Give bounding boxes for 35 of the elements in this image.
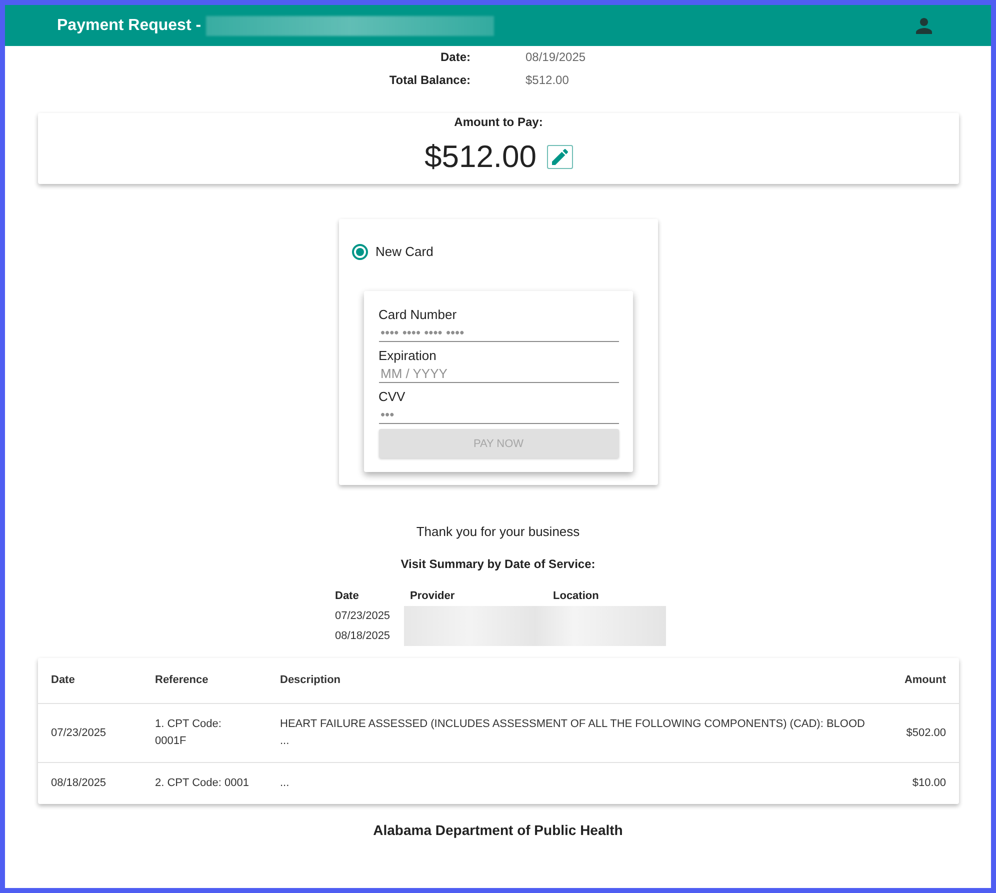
- summary-label: Date:: [440, 49, 470, 66]
- table-cell-text: 1. CPT Code: 0001F: [154, 717, 222, 749]
- person-icon[interactable]: [916, 18, 932, 34]
- table-cell-text: $502.00: [906, 726, 947, 740]
- summary-label: Total Balance:: [389, 72, 470, 89]
- field-label: CVV: [378, 389, 406, 405]
- column-header: Date: [334, 589, 360, 604]
- radio-icon[interactable]: [352, 244, 368, 260]
- column-header: Amount: [904, 673, 947, 688]
- column-header: Location: [552, 589, 600, 604]
- field-label: Card Number: [378, 307, 458, 323]
- column-header: Provider: [409, 589, 456, 604]
- thank-you-message: Thank you for your business: [416, 524, 580, 540]
- table-cell-text: HEART FAILURE ASSESSED (INCLUDES ASSESSMENT OF ALL THE FOLLOWING COMPONENTS) (CAD): BLOOD ...: [279, 717, 866, 749]
- amount-value: $512.00: [424, 139, 537, 175]
- table-cell-text: 2. CPT Code: 0001: [154, 776, 250, 791]
- table-cell-text: ...: [279, 776, 290, 791]
- table-cell-text: 08/18/2025: [50, 776, 108, 791]
- table-cell-text: 07/23/2025: [334, 609, 392, 624]
- summary-value: $512.00: [526, 72, 569, 89]
- table-cell-text: 07/23/2025: [50, 726, 108, 740]
- footer-text: Alabama Department of Public Health: [373, 821, 623, 839]
- summary-value: 08/19/2025: [526, 49, 586, 66]
- payment-option[interactable]: New Card: [352, 244, 646, 260]
- column-header: Description: [279, 673, 342, 688]
- pencil-icon: [552, 149, 568, 165]
- field-label: Expiration: [378, 348, 438, 364]
- column-header: Reference: [154, 673, 210, 688]
- table-cell-text: $10.00: [912, 776, 947, 791]
- edit-button[interactable]: [546, 145, 573, 169]
- amount-label: Amount to Pay:: [454, 115, 543, 130]
- column-header: Date: [50, 673, 76, 688]
- section-title: Visit Summary by Date of Service:: [400, 556, 596, 572]
- page-title: Payment Request -: [57, 16, 202, 34]
- table-cell-text: 08/18/2025: [334, 629, 392, 644]
